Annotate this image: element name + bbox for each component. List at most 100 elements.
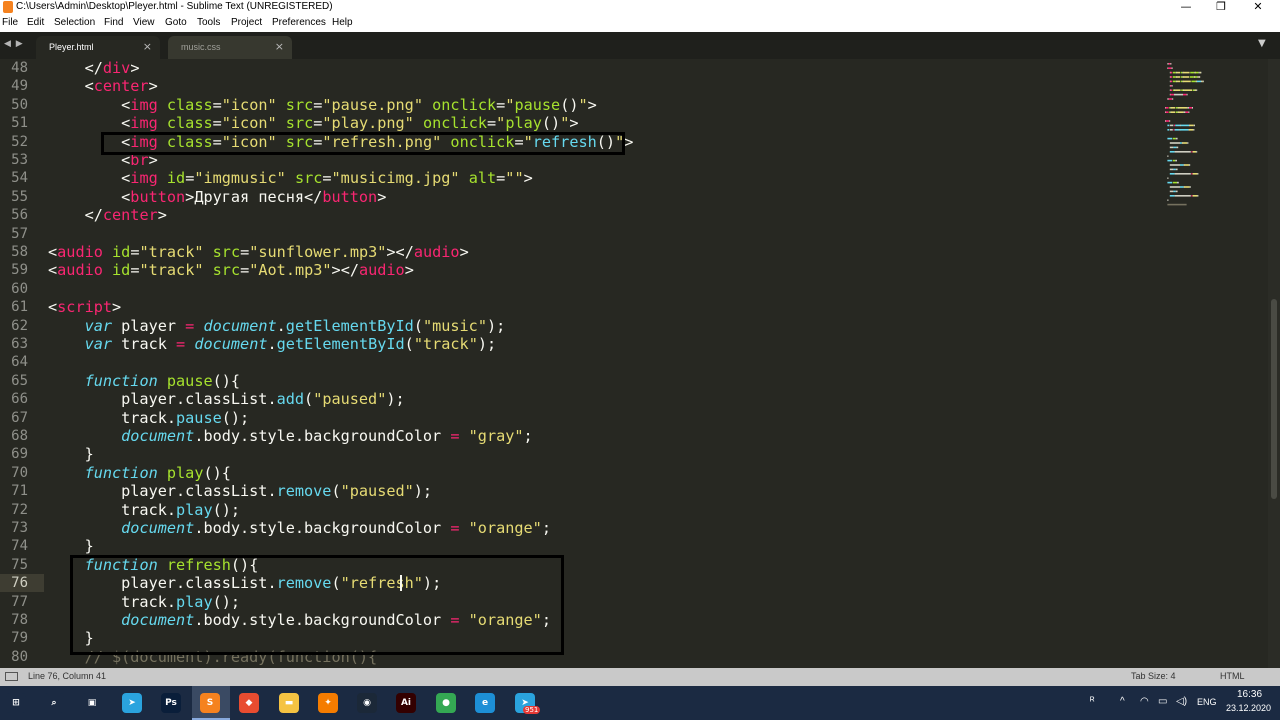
vertical-scrollbar[interactable]: [1268, 59, 1280, 668]
tab-music-css[interactable]: music.css ×: [168, 36, 292, 59]
network-icon[interactable]: ◠: [1140, 696, 1149, 707]
menu-help[interactable]: Help: [332, 17, 353, 28]
tray-chevron-icon[interactable]: ^: [1120, 696, 1125, 707]
code-line[interactable]: var player = document.getElementById("mu…: [48, 316, 506, 335]
line-number: 69: [11, 446, 28, 463]
code-line[interactable]: }: [48, 445, 94, 463]
chrome-icon[interactable]: ●: [436, 693, 456, 713]
menu-preferences[interactable]: Preferences: [272, 17, 326, 28]
code-line[interactable]: <img class="icon" src="pause.png" onclic…: [48, 96, 597, 114]
code-line[interactable]: <button>Другая песня</button>: [48, 188, 386, 206]
code-line[interactable]: </div>: [48, 59, 140, 77]
tab-close-icon[interactable]: ×: [275, 40, 284, 53]
minimap-mark: [1172, 137, 1176, 140]
menu-selection[interactable]: Selection: [54, 17, 95, 28]
tab-size-indicator[interactable]: Tab Size: 4: [1131, 671, 1176, 681]
menu-goto[interactable]: Goto: [165, 17, 187, 28]
menu-file[interactable]: File: [2, 17, 18, 28]
code-line[interactable]: player.classList.add("paused");: [48, 390, 405, 408]
brave-icon[interactable]: ◆: [239, 693, 259, 713]
code-token: add: [276, 390, 305, 409]
minimap-mark: [1189, 129, 1194, 131]
minimap-mark: [1192, 107, 1193, 109]
code-line[interactable]: function pause(){: [48, 372, 240, 390]
window-title-bar[interactable]: C:\Users\Admin\Desktop\Pleyer.html - Sub…: [0, 0, 1280, 15]
code-line[interactable]: <audio id="track" src="Aot.mp3"></audio>: [48, 261, 414, 279]
photoshop-icon[interactable]: Ps: [161, 693, 181, 713]
sublime-icon[interactable]: S: [200, 693, 220, 713]
code-token: var: [84, 316, 113, 335]
code-line[interactable]: <script>: [48, 298, 121, 316]
maximize-button[interactable]: ❐: [1203, 0, 1239, 15]
volume-icon[interactable]: ◁): [1176, 696, 1187, 707]
input-language[interactable]: ENG: [1197, 697, 1217, 707]
scrollbar-thumb[interactable]: [1271, 299, 1277, 499]
steam-icon[interactable]: ◉: [357, 693, 377, 713]
code-token: "": [505, 169, 524, 188]
code-line[interactable]: }: [48, 537, 94, 555]
edge-icon[interactable]: e: [475, 693, 495, 713]
tab-close-icon[interactable]: ×: [143, 40, 152, 53]
code-token: img: [130, 95, 158, 114]
close-button[interactable]: ✕: [1240, 0, 1276, 15]
people-icon[interactable]: ᴿ: [1090, 696, 1095, 707]
tab-dropdown-icon[interactable]: ▼: [1258, 38, 1266, 49]
minimap-mark: [1199, 76, 1201, 78]
code-line[interactable]: <img class="icon" src="play.png" onclick…: [48, 114, 579, 133]
code-token: >: [569, 114, 579, 133]
search-icon[interactable]: ⌕: [44, 693, 64, 713]
code-token: .body.style.backgroundColor: [194, 427, 451, 445]
menu-tools[interactable]: Tools: [197, 17, 220, 28]
code-line[interactable]: function play(){: [48, 464, 231, 482]
clock-time[interactable]: 16:36: [1237, 689, 1262, 700]
code-line[interactable]: track.play();: [48, 501, 240, 519]
code-line[interactable]: document.body.style.backgroundColor = "g…: [48, 427, 533, 445]
minimap-mark: [1192, 89, 1195, 91]
code-line[interactable]: </center>: [48, 206, 167, 224]
minimap-mark: [1169, 142, 1180, 144]
menu-project[interactable]: Project: [231, 17, 262, 28]
code-line[interactable]: <center>: [48, 77, 158, 95]
code-line[interactable]: player.classList.remove("paused");: [48, 482, 432, 500]
code-token: play: [176, 500, 213, 519]
annotation-box-line-52: [101, 132, 625, 155]
line-number: 77: [11, 593, 28, 610]
minimap-mark: [1180, 129, 1189, 131]
battery-icon[interactable]: ▭: [1158, 696, 1167, 707]
code-token: "play.png": [322, 114, 414, 133]
blender-icon[interactable]: ✦: [318, 693, 338, 713]
code-token: "imgmusic": [194, 169, 286, 188]
code-line[interactable]: var track = document.getElementById("tra…: [48, 335, 497, 353]
illustrator-icon[interactable]: Ai: [396, 693, 416, 713]
minimap-mark: [1200, 71, 1202, 74]
code-token: src: [212, 243, 241, 261]
code-editor[interactable]: 48 49 50 51 52 53 54 55 56 57 58 59 60 61 62 63 64 65 66 67…: [0, 59, 1268, 668]
code-line[interactable]: track.pause();: [48, 409, 249, 427]
minimize-button[interactable]: —: [1168, 0, 1204, 15]
code-token: "pause.png": [322, 95, 423, 114]
menu-find[interactable]: Find: [104, 17, 123, 28]
menu-edit[interactable]: Edit: [27, 17, 44, 28]
code-line[interactable]: <img id="imgmusic" src="musicimg.jpg" al…: [48, 169, 533, 187]
telegram-icon[interactable]: ➤: [122, 693, 142, 713]
minimap-mark: [1169, 168, 1174, 171]
minimap-mark: [1167, 159, 1173, 162]
minimap[interactable]: [1165, 59, 1235, 219]
panel-toggle-icon[interactable]: [5, 672, 18, 681]
minimap-mark: [1173, 129, 1175, 131]
menu-view[interactable]: View: [133, 17, 155, 28]
tab-nav-arrows[interactable]: ◀ ▶: [4, 39, 24, 49]
code-token: .body.style.backgroundColor: [194, 519, 451, 537]
minimap-mark: [1189, 107, 1192, 109]
syntax-indicator[interactable]: HTML: [1220, 671, 1245, 681]
code-line[interactable]: <audio id="track" src="sunflower.mp3"></…: [48, 243, 469, 261]
code-token: =: [487, 114, 497, 133]
clock-date[interactable]: 23.12.2020: [1226, 703, 1271, 713]
file-explorer-icon[interactable]: ▬: [279, 693, 299, 713]
windows-start-icon[interactable]: ⊞: [6, 693, 26, 713]
code-token: "icon": [221, 114, 277, 133]
tab-pleyer-html[interactable]: Pleyer.html ×: [36, 36, 160, 59]
task-view-icon[interactable]: ▣: [82, 693, 102, 713]
code-line[interactable]: document.body.style.backgroundColor = "o…: [48, 519, 551, 537]
